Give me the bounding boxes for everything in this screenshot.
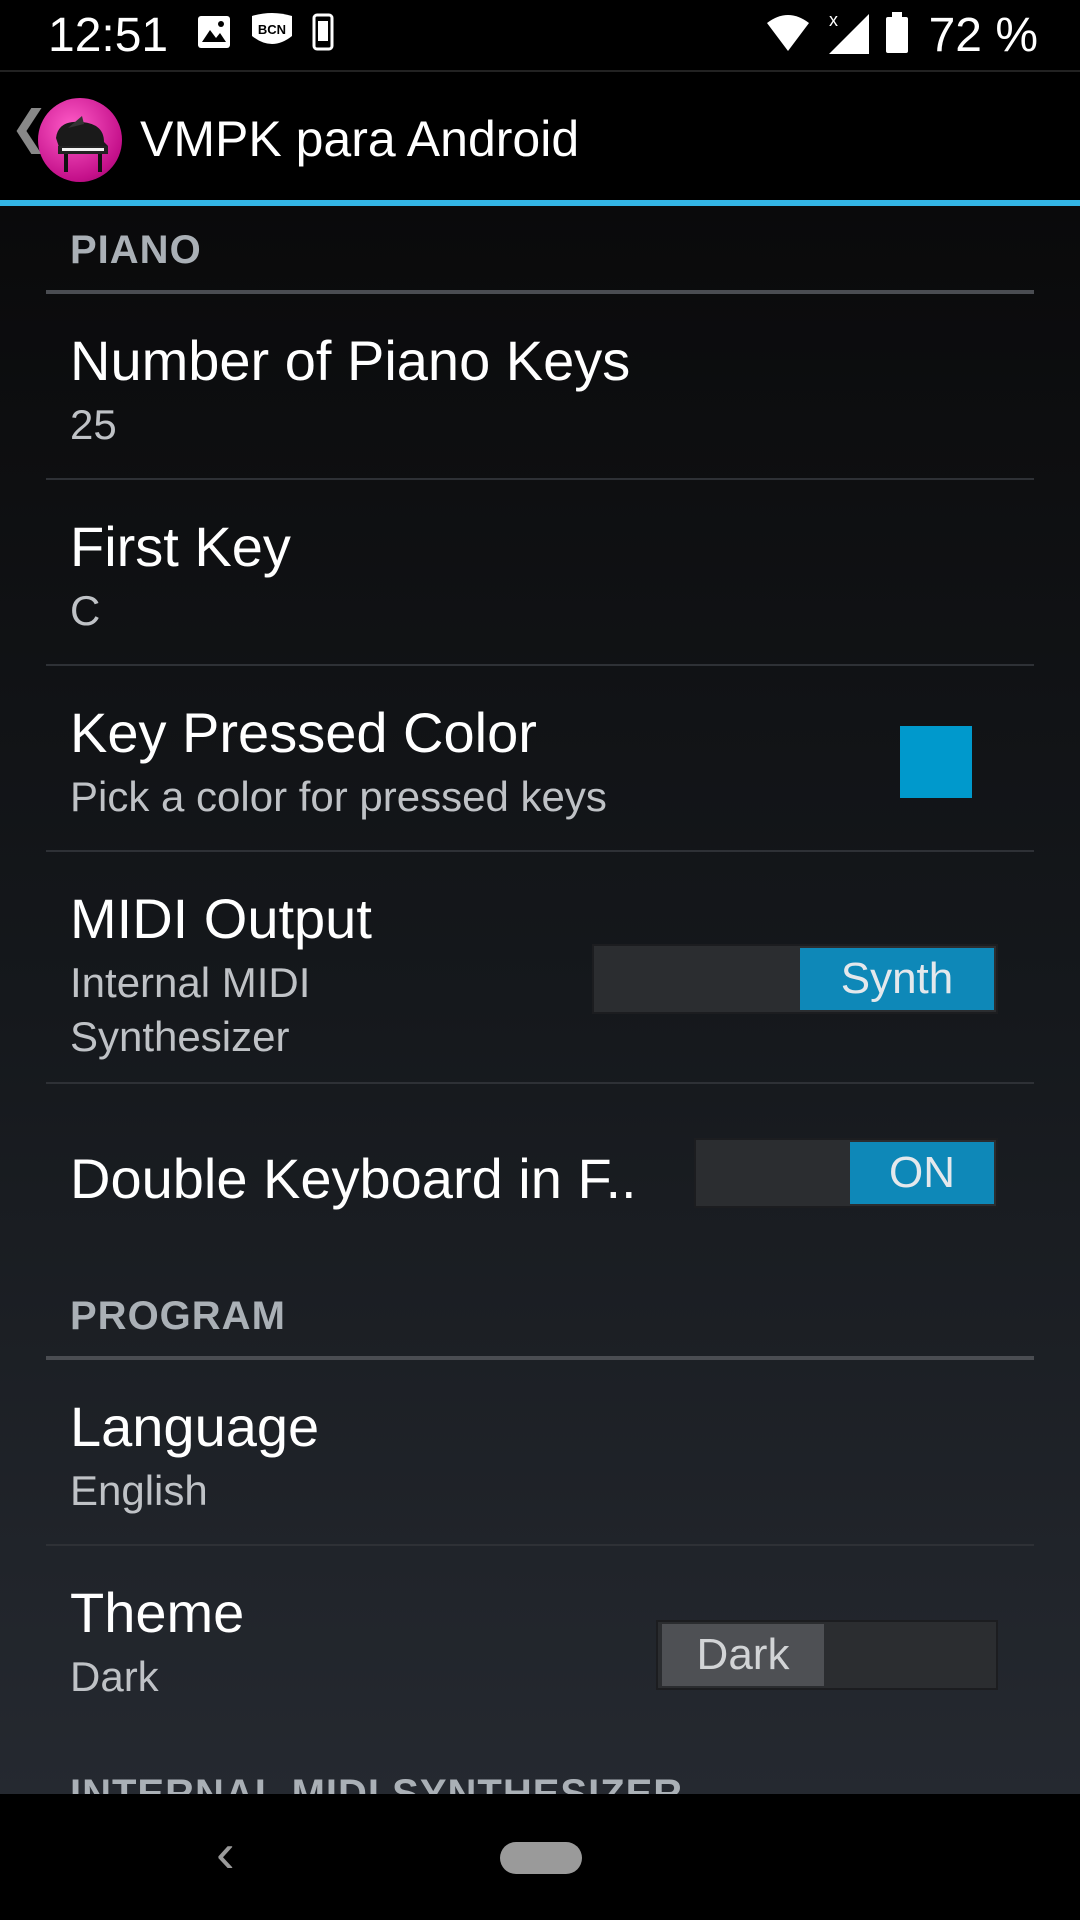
- pref-title: Number of Piano Keys: [70, 329, 631, 392]
- category-header-piano: PIANO: [46, 206, 1034, 294]
- pref-theme[interactable]: Theme Dark Dark: [46, 1546, 1034, 1732]
- bcn-badge-text: BCN: [258, 22, 286, 37]
- battery-icon: [885, 12, 909, 59]
- pref-title: Double Keyboard in F..: [70, 1147, 637, 1210]
- category-label: PIANO: [70, 228, 202, 272]
- svg-text:x: x: [829, 10, 838, 30]
- signal-icon: x: [825, 10, 871, 61]
- notification-icons: BCN: [196, 12, 334, 57]
- pref-summary: Dark: [70, 1653, 159, 1700]
- phone-icon: [312, 13, 334, 56]
- category-label: PROGRAM: [70, 1294, 286, 1338]
- system-icons: x 72 %: [765, 8, 1038, 63]
- pref-key-pressed-color[interactable]: Key Pressed Color Pick a color for press…: [46, 666, 1034, 852]
- pref-title: MIDI Output: [70, 887, 372, 950]
- category-header-internal-midi-synthesizer: INTERNAL MIDI SYNTHESIZER: [46, 1750, 1034, 1794]
- double-keyboard-switch[interactable]: ON: [694, 1138, 998, 1208]
- app-title: VMPK para Android: [140, 111, 580, 167]
- navigation-bar: ‹: [0, 1794, 1080, 1920]
- status-bar: 12:51 BCN x 72 %: [0, 0, 1080, 70]
- pref-first-key[interactable]: First Key C: [46, 480, 1034, 666]
- bcn-badge-icon: BCN: [250, 12, 294, 57]
- wifi-icon: [765, 13, 811, 58]
- nav-home-icon[interactable]: [500, 1842, 582, 1874]
- pref-language[interactable]: Language English: [46, 1360, 1034, 1546]
- pref-summary: 25: [70, 401, 117, 448]
- pref-number-of-piano-keys[interactable]: Number of Piano Keys 25: [46, 294, 1034, 480]
- action-bar: ❮ VMPK para Android: [0, 70, 1080, 200]
- toggle-thumb: ON: [850, 1142, 994, 1204]
- pref-summary-line2: Synthesizer: [70, 1013, 290, 1060]
- nav-back-icon[interactable]: ‹: [216, 1820, 235, 1885]
- category-header-program: PROGRAM: [46, 1272, 1034, 1360]
- pref-title: Key Pressed Color: [70, 701, 537, 764]
- pref-summary: English: [70, 1467, 208, 1514]
- battery-percent: 72 %: [928, 9, 1038, 62]
- pref-midi-output[interactable]: MIDI Output Internal MIDI Synthesizer Sy…: [46, 852, 1034, 1084]
- pref-title: Theme: [70, 1581, 245, 1644]
- theme-toggle[interactable]: Dark: [656, 1620, 998, 1690]
- pref-summary: Pick a color for pressed keys: [70, 773, 607, 820]
- pref-summary: C: [70, 587, 101, 634]
- pref-title: Language: [70, 1395, 320, 1458]
- pref-title: First Key: [70, 515, 291, 578]
- pref-double-keyboard[interactable]: Double Keyboard in F.. ON: [46, 1084, 1034, 1272]
- app-logo-icon[interactable]: [38, 98, 122, 182]
- color-swatch[interactable]: [900, 726, 972, 798]
- status-time: 12:51: [48, 9, 169, 62]
- settings-list[interactable]: PIANO Number of Piano Keys 25 First Key …: [0, 206, 1080, 1794]
- toggle-thumb: Synth: [800, 948, 994, 1010]
- midi-output-toggle[interactable]: Synth: [592, 944, 998, 1014]
- pref-summary-line1: Internal MIDI: [70, 959, 311, 1006]
- category-label: INTERNAL MIDI SYNTHESIZER: [70, 1772, 684, 1794]
- image-icon: [196, 14, 232, 55]
- toggle-thumb: Dark: [662, 1624, 824, 1686]
